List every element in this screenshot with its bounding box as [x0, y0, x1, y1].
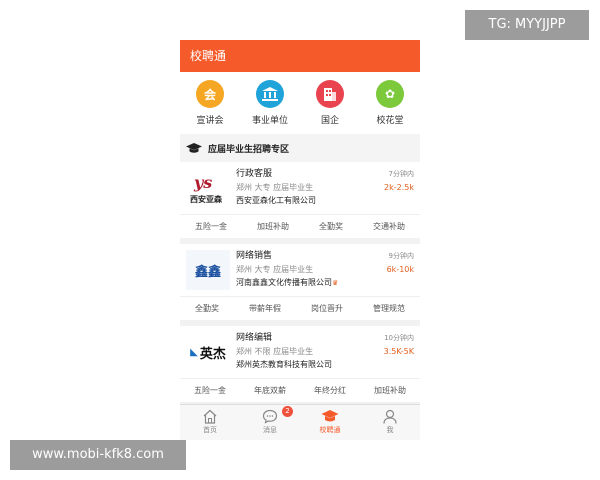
tab-bar: 首页 2 消息 校聘通 我	[180, 404, 420, 440]
tab-me[interactable]: 我	[360, 405, 420, 440]
logo-mark-icon: ◣	[190, 346, 198, 358]
message-icon	[262, 409, 278, 424]
category-campus[interactable]: ✿ 校花堂	[362, 80, 418, 134]
tab-label: 首页	[203, 426, 217, 434]
user-icon	[383, 409, 397, 424]
company-logo: 鑫鑫	[186, 250, 230, 290]
category-label: 事业单位	[251, 116, 288, 126]
flower-icon-glyph: ✿	[384, 87, 396, 101]
page-title: 校聘通	[190, 49, 227, 63]
perks-row: 五险一金 加班补助 全勤奖 交通补助	[180, 214, 420, 238]
svg-text:西安亚森: 西安亚森	[190, 194, 223, 204]
category-label: 宣讲会	[196, 116, 224, 126]
category-label: 校花堂	[376, 116, 404, 126]
salary: 3.5K-5K	[383, 347, 414, 356]
category-public-institution[interactable]: 事业单位	[242, 80, 298, 134]
tab-label: 我	[386, 426, 394, 434]
graduation-cap-icon	[186, 142, 202, 153]
perk-tag: 年底双薪	[254, 386, 286, 395]
job-title: 行政客服	[236, 169, 273, 179]
perk-tag: 全勤奖	[319, 222, 343, 231]
perk-tag: 管理规范	[373, 304, 405, 313]
speech-bubble-icon: 会	[196, 80, 224, 108]
watermark-top: TG: MYYJJPP	[465, 10, 589, 40]
company-logo: ◣ 英杰	[186, 332, 230, 372]
perk-tag: 交通补助	[373, 222, 405, 231]
institution-building-icon	[256, 80, 284, 108]
tab-home[interactable]: 首页	[180, 405, 240, 440]
company-name: 河南鑫鑫文化传播有限公司♛	[236, 276, 414, 290]
perk-tag: 加班补助	[257, 222, 289, 231]
company-logo: ys 西安亚森	[186, 168, 230, 208]
post-time: 10分钟内	[384, 334, 414, 342]
job-title: 网络销售	[236, 251, 273, 261]
perk-tag: 加班补助	[374, 386, 406, 395]
watermark-bottom: www.mobi-kfk8.com	[10, 440, 186, 470]
perks-row: 五险一金 年底双薪 年终分红 加班补助	[180, 378, 420, 402]
perk-tag: 岗位晋升	[311, 304, 343, 313]
perks-row: 全勤奖 带薪年假 岗位晋升 管理规范	[180, 296, 420, 320]
office-building-icon	[316, 80, 344, 108]
company-name: 西安亚森化工有限公司	[236, 196, 316, 205]
speech-bubble-icon-glyph: 会	[203, 87, 216, 102]
section-header: 应届毕业生招聘专区	[180, 134, 420, 162]
company-logo-text: 英杰	[199, 346, 226, 362]
graduation-cap-icon	[321, 410, 339, 422]
tab-label: 消息	[263, 426, 277, 434]
tab-campus-recruit[interactable]: 校聘通	[300, 405, 360, 440]
perk-tag: 五险一金	[194, 386, 226, 395]
perk-tag: 全勤奖	[195, 304, 219, 313]
unread-badge: 2	[282, 406, 293, 417]
tab-label: 校聘通	[319, 426, 341, 434]
job-card[interactable]: 鑫鑫 网络销售 郑州 大专 应届毕业生 河南鑫鑫文化传播有限公司♛ 9分钟内 6…	[180, 244, 420, 326]
flower-icon: ✿	[376, 80, 404, 108]
svg-text:ys: ys	[193, 173, 212, 192]
crown-icon: ♛	[332, 279, 339, 287]
category-label: 国企	[320, 116, 339, 126]
job-card[interactable]: ys 西安亚森 行政客服 郑州 大专 应届毕业生 西安亚森化工有限公司 7分钟内 …	[180, 162, 420, 244]
perk-tag: 年终分红	[314, 386, 346, 395]
company-name: 郑州英杰教育科技有限公司	[236, 360, 332, 369]
company-name-text: 河南鑫鑫文化传播有限公司	[236, 278, 332, 287]
home-icon	[203, 409, 217, 424]
salary: 6k-10k	[386, 265, 414, 274]
perk-tag: 五险一金	[195, 222, 227, 231]
company-logo-text: 鑫鑫	[194, 264, 221, 280]
post-time: 9分钟内	[388, 252, 414, 260]
post-time: 7分钟内	[388, 170, 414, 178]
category-state-enterprise[interactable]: 国企	[302, 80, 358, 134]
tab-messages[interactable]: 2 消息	[240, 405, 300, 440]
app-header: 校聘通	[180, 40, 420, 72]
salary: 2k-2.5k	[384, 183, 414, 192]
job-card[interactable]: ◣ 英杰 网络编辑 郑州 不限 应届毕业生 郑州英杰教育科技有限公司 10分钟内 …	[180, 326, 420, 408]
category-presentation[interactable]: 会 宣讲会	[182, 80, 238, 134]
category-bar: 会 宣讲会 事业单位 国企 ✿ 校花堂	[180, 72, 420, 134]
perk-tag: 带薪年假	[249, 304, 281, 313]
phone-screen: 校聘通 会 宣讲会 事业单位 国企 ✿ 校花堂 应届毕业生招聘专区 ys 西安亚…	[180, 40, 420, 440]
section-title: 应届毕业生招聘专区	[208, 144, 290, 155]
